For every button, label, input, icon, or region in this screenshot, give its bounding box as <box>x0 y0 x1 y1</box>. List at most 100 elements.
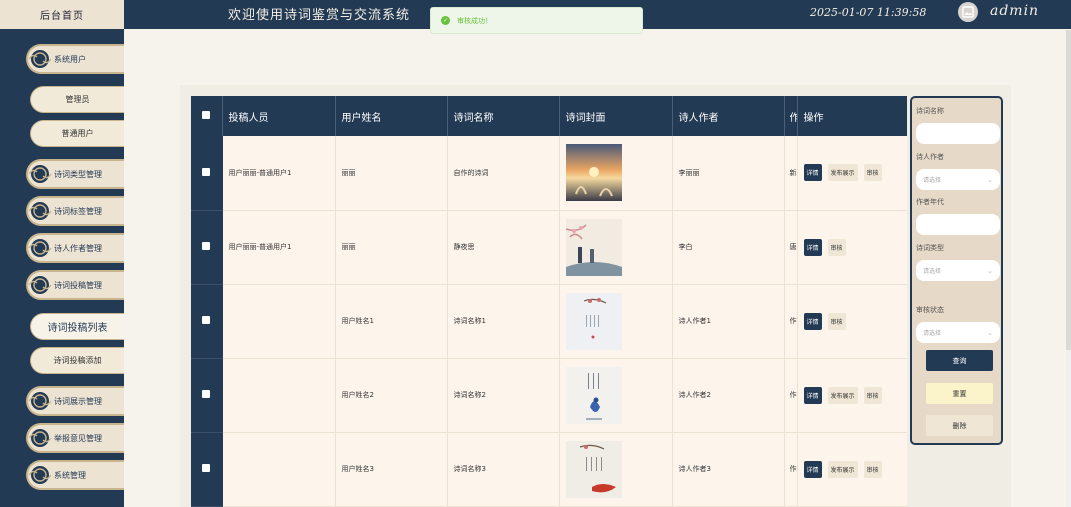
poem-cover-image[interactable] <box>565 366 622 424</box>
cell-author: 诗人作者2 <box>672 358 785 433</box>
select-all-checkbox[interactable] <box>191 96 223 136</box>
detail-button[interactable]: 详情 <box>803 312 822 330</box>
review-button[interactable]: 审核 <box>863 386 882 404</box>
cell-poem-name: 自作的诗词 <box>447 136 560 211</box>
table-row: 用户姓名2 诗词名称2 诗人作者2 作 详情 发布展示 审核 <box>191 358 907 433</box>
sidebar-item-poets[interactable]: 诗人作者管理 <box>26 233 124 263</box>
cell-submitter <box>222 358 336 433</box>
cell-username: 用户姓名2 <box>335 358 448 433</box>
cell-username: 用户姓名3 <box>335 432 448 507</box>
col-username: 用户姓名 <box>335 96 448 136</box>
publish-button[interactable]: 发布展示 <box>827 386 858 404</box>
cell-actions: 详情 发布展示 审核 <box>797 136 907 211</box>
cell-author: 李丽丽 <box>672 136 785 211</box>
review-button[interactable]: 审核 <box>827 312 846 330</box>
col-era: 作 <box>784 96 798 136</box>
sidebar-item-poem-types[interactable]: 诗词类型管理 <box>26 159 124 189</box>
sidebar-item-system[interactable]: 系统管理 <box>26 460 124 490</box>
cell-submitter <box>222 432 336 507</box>
sidebar-item-normal-users[interactable]: 普通用户 <box>30 120 124 147</box>
row-checkbox[interactable] <box>191 358 223 433</box>
cloud-ornament-icon <box>26 272 54 298</box>
sidebar-item-poem-display[interactable]: 诗词展示管理 <box>26 386 124 416</box>
cell-poem-name: 诗词名称3 <box>447 432 560 507</box>
cell-author: 李白 <box>672 210 785 285</box>
sidebar-item-label: 系统管理 <box>54 470 86 480</box>
cell-cover <box>559 358 673 433</box>
sidebar-item-submissions[interactable]: 诗词投稿管理 <box>26 270 124 300</box>
type-placeholder: 请选择 <box>923 268 942 275</box>
reset-button[interactable]: 重置 <box>926 383 993 404</box>
detail-button[interactable]: 详情 <box>803 164 822 182</box>
scrollbar-thumb[interactable] <box>1066 30 1071 350</box>
sidebar-item-label: 举报意见管理 <box>54 433 102 443</box>
sidebar-item-label: 诗词展示管理 <box>54 396 102 406</box>
poem-cover-image[interactable] <box>565 144 622 202</box>
submissions-table: 投稿人员 用户姓名 诗词名称 诗词封面 诗人作者 作 操作 用户丽丽-普通用户1… <box>191 96 907 507</box>
table-row: 用户丽丽-普通用户1 丽丽 静夜思 李白 唐 详情 审核 <box>191 210 907 285</box>
cell-username: 丽丽 <box>335 210 448 285</box>
cell-submitter <box>222 284 336 359</box>
author-select[interactable]: 请选择 ⌄ <box>916 169 1000 190</box>
toast-message: 审核成功！ <box>457 16 492 25</box>
publish-button[interactable]: 发布展示 <box>827 460 858 478</box>
poem-cover-image[interactable] <box>565 292 622 350</box>
sidebar-item-label: 系统用户 <box>54 54 86 64</box>
review-button[interactable]: 审核 <box>863 164 882 182</box>
cloud-ornament-icon <box>26 235 54 261</box>
poem-cover-image[interactable] <box>565 218 622 276</box>
cloud-ornament-icon <box>26 46 54 72</box>
site-title: 欢迎使用诗词鉴赏与交流系统 <box>228 8 411 23</box>
author-label: 诗人作者 <box>916 153 944 161</box>
poem-name-label: 诗词名称 <box>916 107 944 115</box>
datetime: 2025-01-07 11:39:58 <box>810 6 927 19</box>
sidebar-item-reports[interactable]: 举报意见管理 <box>26 423 124 453</box>
cloud-ornament-icon <box>26 198 54 224</box>
sidebar-item-submission-list[interactable]: 诗词投稿列表 <box>30 313 124 340</box>
col-author: 诗人作者 <box>672 96 785 136</box>
image-icon <box>962 6 974 18</box>
cell-actions: 详情 发布展示 审核 <box>797 358 907 433</box>
cell-actions: 详情 审核 <box>797 284 907 359</box>
avatar[interactable] <box>958 2 978 22</box>
row-checkbox[interactable] <box>191 210 223 285</box>
status-label: 审核状态 <box>916 306 944 314</box>
review-button[interactable]: 审核 <box>827 238 846 256</box>
table-row: 用户姓名3 诗词名称3 诗人作者3 作 详情 发布展示 审核 <box>191 432 907 507</box>
chevron-down-icon: ⌄ <box>987 328 993 337</box>
status-select[interactable]: 请选择 ⌄ <box>916 322 1000 343</box>
sidebar-item-submission-add[interactable]: 诗词投稿添加 <box>30 347 124 374</box>
cell-submitter: 用户丽丽-普通用户1 <box>222 136 336 211</box>
query-button[interactable]: 查询 <box>926 350 993 371</box>
sidebar-item-admin[interactable]: 管理员 <box>30 86 124 113</box>
col-submitter: 投稿人员 <box>222 96 336 136</box>
detail-button[interactable]: 详情 <box>803 386 822 404</box>
cell-era: 新 <box>784 136 798 211</box>
sidebar-item-system-users[interactable]: 系统用户 <box>26 44 124 74</box>
detail-button[interactable]: 详情 <box>803 460 822 478</box>
row-checkbox[interactable] <box>191 136 223 211</box>
sidebar-item-poem-tags[interactable]: 诗词标签管理 <box>26 196 124 226</box>
sidebar-item-label: 诗词标签管理 <box>54 206 102 216</box>
table-row: 用户丽丽-普通用户1 丽丽 自作的诗词 李丽丽 新 详情 发布展示 审核 <box>191 136 907 211</box>
chevron-down-icon: ⌄ <box>987 266 993 275</box>
row-checkbox[interactable] <box>191 284 223 359</box>
cell-poem-name: 诗词名称1 <box>447 284 560 359</box>
delete-button[interactable]: 删除 <box>926 415 993 436</box>
era-input[interactable] <box>916 214 1000 235</box>
home-button[interactable]: 后台首页 <box>0 0 124 29</box>
cell-username: 丽丽 <box>335 136 448 211</box>
user-name[interactable]: admin <box>990 3 1039 19</box>
row-checkbox[interactable] <box>191 432 223 507</box>
cell-cover <box>559 432 673 507</box>
poem-name-input[interactable] <box>916 123 1000 144</box>
review-button[interactable]: 审核 <box>863 460 882 478</box>
type-select[interactable]: 请选择 ⌄ <box>916 260 1000 281</box>
detail-button[interactable]: 详情 <box>803 238 822 256</box>
publish-button[interactable]: 发布展示 <box>827 164 858 182</box>
table-header: 投稿人员 用户姓名 诗词名称 诗词封面 诗人作者 作 操作 <box>191 96 907 136</box>
poem-cover-image[interactable] <box>565 440 622 498</box>
page-scrollbar[interactable] <box>1066 30 1071 507</box>
cell-actions: 详情 发布展示 审核 <box>797 432 907 507</box>
cloud-ornament-icon <box>26 161 54 187</box>
